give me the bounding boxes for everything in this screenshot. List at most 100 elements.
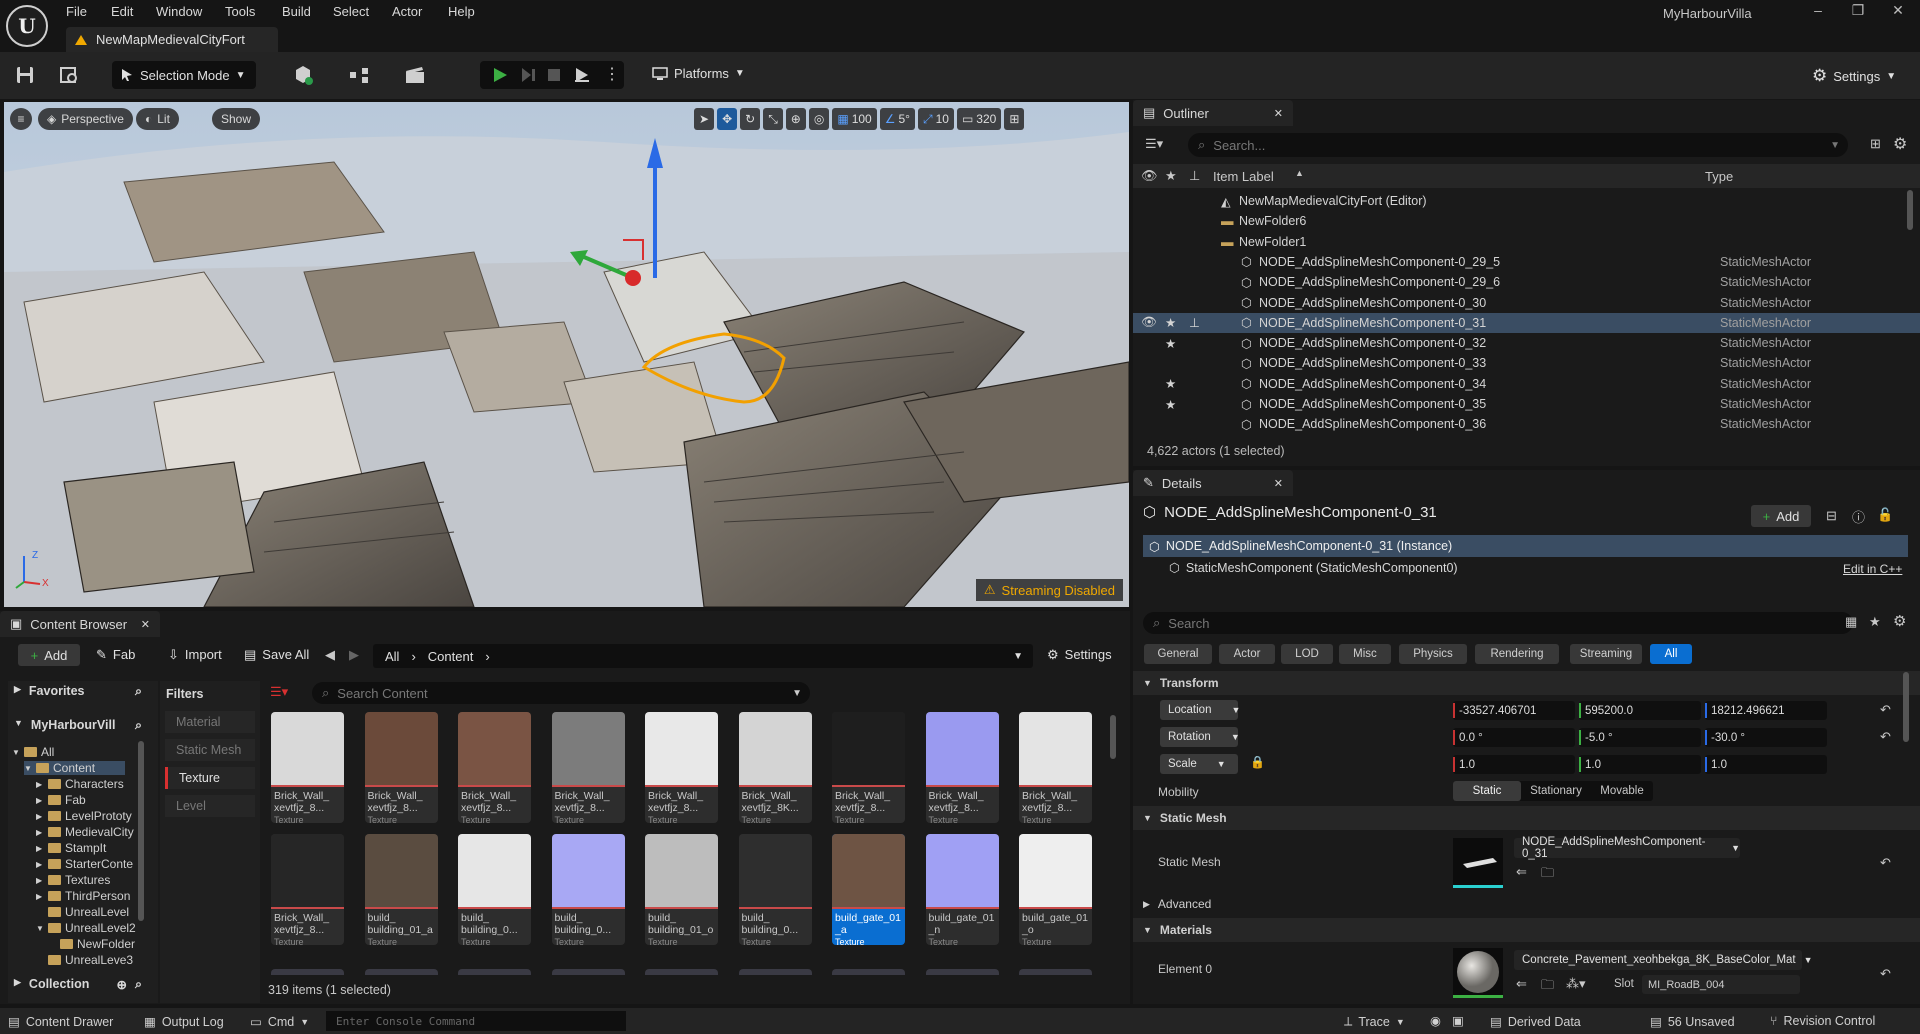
edit-in-cpp-link[interactable]: Edit in C++ [1843,562,1902,576]
outliner-folder-row[interactable]: ▬ NewFolder6 [1133,211,1920,231]
search-icon[interactable]: ⌕ [135,684,142,699]
material-thumbnail[interactable] [1453,948,1503,998]
view-mode-button[interactable]: ◈ Perspective [38,108,133,130]
visibility-eye-icon[interactable]: 👁 [1141,315,1157,330]
show-button[interactable]: Show [212,108,261,130]
asset-tile[interactable]: Brick_Wall_ xevtfjz_8... Texture [458,712,531,823]
asset-scrollbar[interactable] [1110,715,1116,759]
lock-scale-icon[interactable]: 🔒 [1250,755,1265,769]
location-y-field[interactable]: 595200.0 [1579,701,1701,720]
level-tab[interactable]: NewMapMedievalCityFort [66,27,278,52]
visibility-column-icon[interactable]: 👁 [1141,168,1158,184]
menu-help[interactable]: Help [448,4,475,19]
outliner-row[interactable]: ◭ NewMapMedievalCityFort (Editor) [1133,191,1920,211]
tree-item-all[interactable]: ▼ All [12,745,54,759]
pin-column-icon[interactable]: ⊥ [1189,168,1200,184]
filter-static-mesh[interactable]: Static Mesh [165,739,255,761]
project-header[interactable]: ▼ MyHarbourVill ⌕ [14,718,142,733]
menu-actor[interactable]: Actor [392,4,422,19]
filter-icon[interactable]: ☰▾ [1145,136,1163,152]
restore-icon[interactable]: ❐ [1846,2,1870,22]
add-folder-icon[interactable]: ⊞ [1870,136,1881,152]
category-tab-actor[interactable]: Actor [1219,644,1275,664]
asset-tile[interactable]: Brick_Wall_ xevtfjz_8... Texture [925,712,999,823]
scale-y-field[interactable]: 1.0 [1579,755,1701,774]
add-component-button[interactable]: + Add [1751,505,1811,527]
asset-tile[interactable]: build_ building_0... Texture [458,834,531,945]
browse-asset-icon[interactable]: 🗀 [1541,864,1554,886]
select-mode-icon[interactable]: ➤ [694,108,715,130]
menu-tools[interactable]: Tools [225,4,255,19]
save-all-button[interactable]: ▤ Save All [244,647,309,663]
static-mesh-section-header[interactable]: ▼ Static Mesh [1133,806,1920,830]
tree-item-starterconte[interactable]: ▶ StarterConte [36,857,133,871]
asset-tile[interactable]: Brick_Wall_ xevtfjz_8... Texture [364,712,438,823]
reset-rotation-icon[interactable]: ↶ [1880,729,1891,745]
location-x-field[interactable]: -33527.406701 [1453,701,1575,720]
tree-item-unreallevel[interactable]: UnrealLevel [36,905,129,919]
unsaved-button[interactable]: ▤ 56 Unsaved [1650,1014,1735,1030]
asset-tile-partial[interactable] [1019,969,1092,975]
asset-tile-partial[interactable] [832,969,905,975]
blueprint-add-icon[interactable]: ⊟ [1826,508,1837,524]
materials-section-header[interactable]: ▼ Materials [1133,918,1920,942]
asset-tile[interactable]: Brick_Wall_ xevtfjz_8... Texture [645,712,718,823]
browse-asset-icon[interactable]: 🗀 [1541,976,1554,998]
static-mesh-thumbnail[interactable] [1453,838,1503,888]
tree-item-levelprototy[interactable]: ▶ LevelPrototy [36,809,132,823]
reset-location-icon[interactable]: ↶ [1880,702,1891,718]
asset-tile[interactable]: Brick_Wall_ xevtfjz_8... Texture [271,834,344,945]
lit-button[interactable]: ◐ Lit [136,108,179,130]
static-mesh-picker[interactable]: NODE_AddSplineMeshComponent-0_31 ▼ [1514,836,1740,860]
mobility-stationary-option[interactable]: Stationary [1521,781,1591,801]
rotation-z-field[interactable]: -30.0 ° [1705,728,1827,747]
asset-tile[interactable]: Brick_Wall_ xevtfjz_8K... Texture [738,712,812,823]
screenshot-icon[interactable]: ▣ [1452,1013,1464,1028]
details-tab[interactable]: ✎ Details ✕ [1133,470,1293,496]
unreal-logo-icon[interactable]: U [6,5,48,47]
filter-material[interactable]: Material [165,711,255,733]
rotate-icon[interactable]: ↻ [740,108,761,130]
category-tab-general[interactable]: General [1144,644,1212,664]
breadcrumb-content[interactable]: Content [428,649,474,664]
favorite-star-icon[interactable]: ★ [1165,397,1176,412]
rotation-dropdown[interactable]: Rotation ▼ [1160,727,1240,747]
item-label-column[interactable]: Item Label [1213,169,1274,184]
asset-tile[interactable]: Brick_Wall_ xevtfjz_8... Texture [832,712,905,823]
menu-file[interactable]: File [66,4,87,19]
slot-name-field[interactable]: MI_RoadB_004 [1642,975,1800,994]
use-selected-icon[interactable]: ⇐ [1516,864,1527,880]
material-picker[interactable]: Concrete_Pavement_xeohbekga_8K_BaseColor… [1514,950,1813,970]
tree-item-unreallevel2[interactable]: ▼ UnrealLevel2 [36,921,136,935]
content-drawer-button[interactable]: ▤ Content Drawer [8,1014,113,1030]
blueprint-icon[interactable] [348,64,370,86]
content-search-input[interactable]: ⌕ Search Content ▼ [312,682,810,704]
import-button[interactable]: ⇩ Import [168,647,222,663]
transform-section-header[interactable]: ▼ Transform [1133,671,1920,695]
asset-tile[interactable]: Brick_Wall_ xevtfjz_8... Texture [1019,712,1092,823]
favorite-star-icon[interactable]: ★ [1869,614,1881,630]
tree-item-thirdperson[interactable]: ▶ ThirdPerson [36,889,130,903]
category-tab-rendering[interactable]: Rendering [1475,644,1559,664]
close-icon[interactable]: ✕ [1274,107,1283,120]
asset-tile[interactable]: build_ building_01_a Texture [364,834,438,945]
rotation-y-field[interactable]: -5.0 ° [1579,728,1701,747]
help-icon[interactable]: ⓘ [1852,507,1865,526]
gear-icon[interactable]: ⚙ [1893,612,1906,630]
asset-tile-partial[interactable] [551,969,625,975]
world-local-icon[interactable]: ⊕ [785,108,806,130]
eject-icon[interactable] [574,67,590,83]
favorites-header[interactable]: ▶ Favorites ⌕ [14,684,142,699]
level-viewport[interactable]: ≡ ◈ Perspective ◐ Lit Show ➤ ✥ ↻ ⤡ ⊕ ◎ ▦… [4,102,1129,607]
material-options-icon[interactable]: ⁂▾ [1566,976,1586,992]
gear-icon[interactable]: ⚙ [1893,134,1907,154]
search-icon[interactable]: ⌕ [135,718,142,733]
platforms-dropdown[interactable]: Platforms ▼ [652,66,745,81]
asset-tile[interactable]: build_gate_01 _o Texture [1019,834,1092,945]
grid-snap-button[interactable]: ▦ 100 [832,108,877,130]
type-column[interactable]: Type [1705,169,1733,184]
category-tab-streaming[interactable]: Streaming [1570,644,1642,664]
pin-icon[interactable]: ⊥ [1189,315,1200,330]
close-icon[interactable]: ✕ [141,618,150,631]
rotation-x-field[interactable]: 0.0 ° [1453,728,1575,747]
